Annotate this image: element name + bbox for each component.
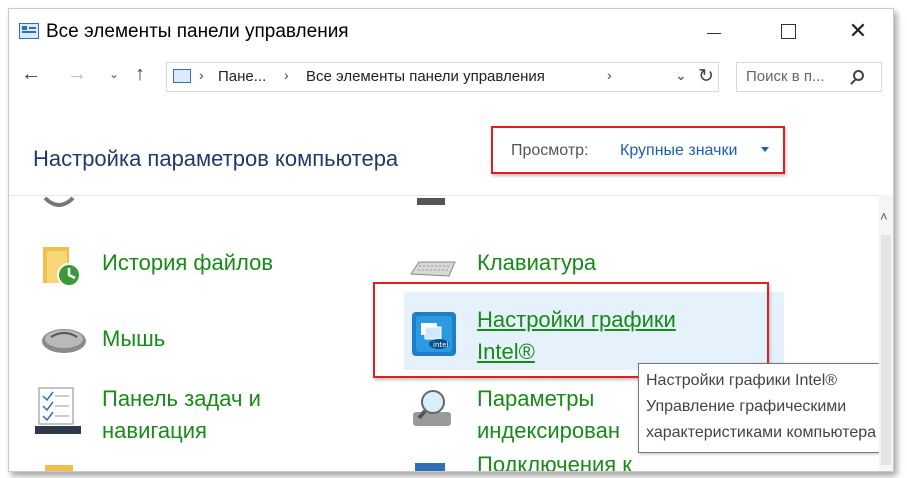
taskbar-label-line2[interactable]: навигация: [102, 415, 261, 447]
control-panel-icon: [19, 23, 39, 39]
taskbar-label-line1[interactable]: Панель задач и: [102, 383, 261, 415]
view-label: Просмотр:: [511, 142, 589, 159]
maximize-button[interactable]: [764, 15, 810, 47]
mouse-icon[interactable]: [39, 323, 89, 357]
search-box[interactable]: Поиск в п...: [736, 62, 882, 92]
address-bar[interactable]: › Пане... › Все элементы панели управлен…: [166, 62, 719, 92]
dropdown-caret-icon[interactable]: [761, 147, 769, 152]
partial-item-icon: [45, 465, 73, 471]
minimize-button[interactable]: [691, 15, 737, 47]
forward-button[interactable]: →: [67, 63, 87, 86]
taskbar-navigation-link[interactable]: Панель задач и навигация: [102, 383, 261, 447]
recent-locations-button[interactable]: ⌄: [109, 67, 119, 81]
indexing-label-line1[interactable]: Параметры: [477, 383, 620, 415]
view-selector-highlight: Просмотр: Крупные значки: [491, 126, 785, 174]
remote-connections-icon[interactable]: [413, 461, 449, 471]
partial-item-icon: [417, 198, 445, 205]
indexing-label-line2[interactable]: индексирован: [477, 415, 620, 447]
file-history-icon[interactable]: [39, 243, 85, 289]
address-dropdown-icon[interactable]: ⌄: [675, 67, 687, 84]
close-button[interactable]: ✕: [835, 15, 881, 47]
indexing-icon[interactable]: [409, 386, 459, 436]
control-panel-window: Все элементы панели управления ✕ ← → ⌄ ↑…: [8, 8, 894, 472]
view-mode-dropdown[interactable]: Крупные значки: [620, 142, 737, 160]
content-header: Настройка параметров компьютера Просмотр…: [9, 101, 879, 196]
vertical-scrollbar[interactable]: ˄: [879, 195, 893, 471]
partial-item-icon: [43, 196, 75, 207]
scroll-up-icon[interactable]: ˄: [880, 209, 888, 224]
back-button[interactable]: ←: [21, 63, 41, 86]
tooltip-line-3: характеристиками компьютера: [646, 424, 877, 441]
breadcrumb-item-all-items[interactable]: Все элементы панели управления: [306, 68, 545, 85]
tooltip-line-1: Настройки графики Intel®: [646, 372, 838, 389]
breadcrumb-separator[interactable]: ›: [199, 67, 204, 83]
breadcrumb-separator[interactable]: ›: [284, 67, 289, 83]
taskbar-icon[interactable]: [35, 386, 83, 436]
file-history-link[interactable]: История файлов: [102, 247, 273, 279]
mouse-link[interactable]: Мышь: [102, 323, 165, 355]
title-bar: Все элементы панели управления ✕: [9, 9, 893, 53]
breadcrumb-item-control-panel[interactable]: Пане...: [218, 68, 266, 85]
scroll-thumb[interactable]: [881, 235, 891, 465]
navigation-bar: ← → ⌄ ↑ › Пане... › Все элементы панели …: [9, 57, 893, 97]
search-input[interactable]: Поиск в п...: [746, 68, 825, 85]
tooltip-line-2: Управление графическими: [646, 398, 847, 415]
control-panel-small-icon: [173, 69, 191, 83]
page-title: Настройка параметров компьютера: [33, 146, 399, 171]
keyboard-link[interactable]: Клавиатура: [477, 247, 596, 279]
refresh-icon[interactable]: ↻: [698, 65, 714, 88]
up-button[interactable]: ↑: [135, 63, 145, 86]
window-title: Все элементы панели управления: [46, 21, 349, 42]
keyboard-icon[interactable]: [409, 256, 457, 282]
maximize-icon: [781, 24, 796, 39]
intel-tooltip: Настройки графики Intel® Управление граф…: [638, 363, 879, 453]
breadcrumb-separator[interactable]: ›: [607, 67, 612, 83]
minimize-icon: [707, 33, 721, 34]
remote-connections-link[interactable]: Подключения к: [477, 449, 632, 471]
indexing-options-link[interactable]: Параметры индексирован: [477, 383, 620, 447]
items-grid: История файлов Клавиатура Мышь intel Нас…: [9, 196, 879, 471]
search-icon[interactable]: [853, 70, 864, 81]
